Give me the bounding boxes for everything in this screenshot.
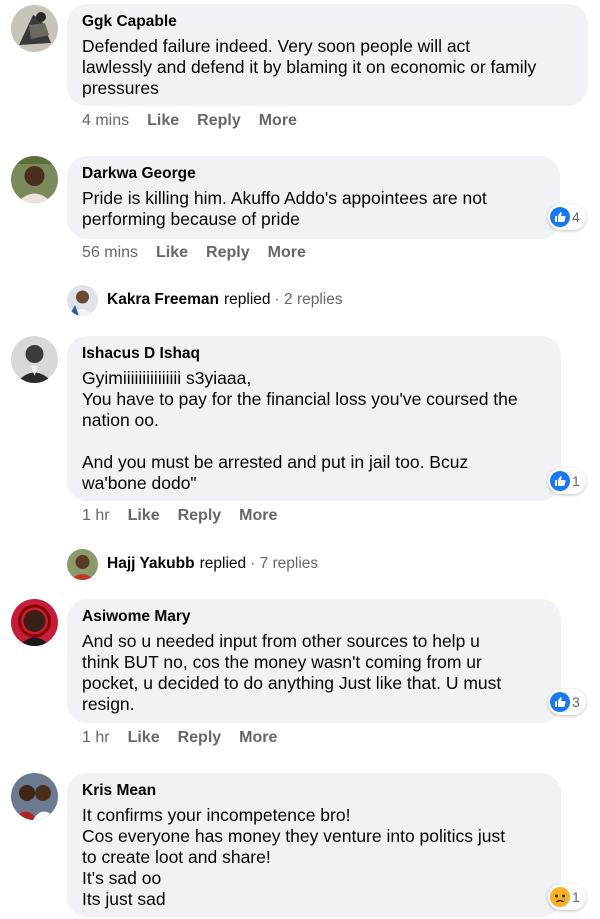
reply-button[interactable]: Reply (197, 112, 241, 132)
replies-link[interactable]: Kakra Freeman replied · 2 replies (67, 284, 343, 316)
comment-text-line: think BUT no, cos the money wasn't comin… (82, 652, 482, 672)
like-button[interactable]: Like (147, 112, 179, 132)
comment-text-line: performing because of pride (82, 209, 300, 229)
comment-bubble: Kris Mean It confirms your incompetence … (67, 773, 561, 917)
replies-link[interactable]: Hajj Yakubb replied · 7 replies (67, 548, 318, 580)
replied-label: replied (224, 291, 271, 308)
comment-time[interactable]: 56 mins (82, 244, 138, 264)
reply-author: Hajj Yakubb (107, 555, 195, 572)
reply-author: Kakra Freeman (107, 291, 220, 308)
comment-actions: 1 hr Like Reply More (82, 729, 295, 749)
reaction-count: 1 (572, 473, 580, 489)
reaction-count: 3 (572, 694, 580, 710)
comment-time[interactable]: 1 hr (82, 729, 110, 749)
like-icon (550, 692, 570, 712)
comment-text-line: lawlessly and defend it by blaming it on… (82, 57, 537, 77)
reply-button[interactable]: Reply (206, 244, 250, 264)
comment-text-line (82, 431, 545, 452)
avatar (67, 548, 98, 580)
comment-actions: 56 mins Like Reply More (82, 244, 324, 264)
avatar[interactable] (11, 599, 58, 646)
comment-text-line: wa'bone dodo" (82, 473, 197, 493)
comment-time[interactable]: 1 hr (82, 507, 110, 527)
comment-author[interactable]: Kris Mean (82, 782, 545, 805)
more-button[interactable]: More (268, 244, 306, 264)
comment-bubble: Ggk Capable Defended failure indeed. Ver… (67, 4, 588, 106)
comment-author[interactable]: Ggk Capable (82, 13, 572, 36)
reply-count: · 2 replies (274, 291, 343, 308)
comment-text-line: Pride is killing him. Akuffo Addo's appo… (82, 188, 487, 208)
avatar[interactable] (11, 336, 58, 383)
comment-bubble: Asiwome Mary And so u needed input from … (67, 599, 561, 723)
like-button[interactable]: Like (128, 729, 160, 749)
comment-text-line: Cos everyone has money they venture into… (82, 826, 506, 846)
replied-label: replied (199, 555, 247, 572)
more-button[interactable]: More (259, 112, 297, 132)
comment-text-line: pressures (82, 78, 159, 98)
comment-author[interactable]: Ishacus D Ishaq (82, 345, 545, 368)
comment-author[interactable]: Asiwome Mary (82, 608, 545, 631)
more-button[interactable]: More (239, 729, 277, 749)
comment-text-line: nation oo. (82, 410, 159, 430)
comment-bubble: Ishacus D Ishaq Gyimiiiiiiiiiiiiiii s3yi… (67, 336, 561, 501)
reply-button[interactable]: Reply (178, 507, 222, 527)
comment-text-line: You have to pay for the financial loss y… (82, 389, 518, 409)
comment-text-line: Gyimiiiiiiiiiiiiiii s3yiaaa, (82, 368, 252, 388)
reply-button[interactable]: Reply (178, 729, 222, 749)
comment-text-line: resign. (82, 694, 135, 714)
reaction-badge[interactable]: 3 (548, 689, 586, 715)
reaction-count: 4 (572, 209, 580, 225)
comment-actions: 4 mins Like Reply More (82, 112, 315, 132)
comment-actions: 1 hr Like Reply More (82, 507, 295, 527)
comment-time[interactable]: 4 mins (82, 112, 129, 132)
reaction-badge[interactable]: 1 (548, 884, 586, 910)
more-button[interactable]: More (239, 507, 277, 527)
reaction-badge[interactable]: 4 (548, 204, 586, 230)
avatar[interactable] (11, 156, 58, 203)
comment-bubble: Darkwa George Pride is killing him. Akuf… (67, 156, 560, 239)
comment-text-line: It confirms your incompetence bro! (82, 805, 351, 825)
avatar[interactable] (11, 5, 58, 52)
like-button[interactable]: Like (128, 507, 160, 527)
comment-text-line: And you must be arrested and put in jail… (82, 452, 469, 472)
avatar[interactable] (11, 773, 58, 820)
comment-author[interactable]: Darkwa George (82, 165, 544, 188)
comment-text-line: Defended failure indeed. Very soon peopl… (82, 36, 471, 56)
reply-count: · 7 replies (250, 555, 319, 572)
avatar (67, 284, 98, 316)
reaction-count: 1 (572, 889, 580, 905)
comment-text-line: It's sad oo (82, 868, 162, 888)
comment-text-line: pocket, u decided to do anything Just li… (82, 673, 502, 693)
comment-text-line: Its just sad (82, 889, 166, 909)
comment-text-line: And so u needed input from other sources… (82, 631, 480, 651)
like-button[interactable]: Like (156, 244, 188, 264)
sad-face-icon (550, 887, 570, 907)
comment-text-line: to create loot and share! (82, 847, 271, 867)
like-icon (550, 471, 570, 491)
reaction-badge[interactable]: 1 (548, 468, 586, 494)
like-icon (550, 207, 570, 227)
